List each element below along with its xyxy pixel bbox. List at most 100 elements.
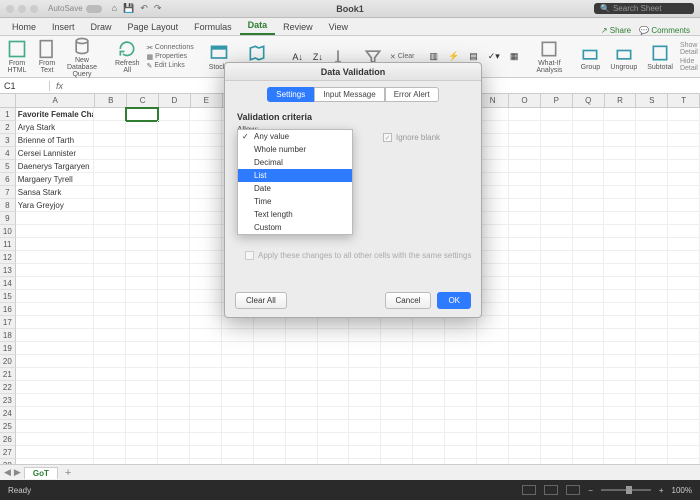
cell[interactable]: [16, 342, 95, 355]
cell[interactable]: [94, 420, 126, 433]
column-header[interactable]: P: [541, 94, 573, 107]
cell[interactable]: [509, 420, 541, 433]
cell[interactable]: [381, 394, 413, 407]
cell[interactable]: [604, 407, 636, 420]
refresh-all-button[interactable]: Refresh All: [112, 39, 143, 74]
column-header[interactable]: Q: [573, 94, 605, 107]
cell[interactable]: [541, 160, 573, 173]
cell[interactable]: [573, 394, 605, 407]
cell[interactable]: [541, 290, 573, 303]
cell[interactable]: [541, 108, 573, 121]
cell[interactable]: [222, 446, 254, 459]
cell[interactable]: [509, 212, 541, 225]
cell[interactable]: [16, 407, 95, 420]
cell[interactable]: [636, 290, 668, 303]
properties-button[interactable]: ▦ Properties: [146, 53, 193, 61]
cell[interactable]: Yara Greyjoy: [16, 199, 95, 212]
normal-view-button[interactable]: [522, 485, 536, 495]
cell[interactable]: [573, 108, 605, 121]
cell[interactable]: [573, 316, 605, 329]
cell[interactable]: [94, 342, 126, 355]
cell[interactable]: [190, 446, 222, 459]
cell[interactable]: [381, 433, 413, 446]
cell[interactable]: [381, 381, 413, 394]
row-header[interactable]: 13: [0, 264, 16, 277]
cell[interactable]: [381, 355, 413, 368]
cell[interactable]: [477, 355, 509, 368]
cell[interactable]: [349, 394, 381, 407]
cell[interactable]: [94, 251, 126, 264]
cell[interactable]: [541, 368, 573, 381]
cell[interactable]: [509, 368, 541, 381]
cell[interactable]: [126, 251, 158, 264]
cell[interactable]: [413, 433, 445, 446]
cell[interactable]: [509, 134, 541, 147]
cell[interactable]: [190, 329, 222, 342]
row-header[interactable]: 22: [0, 381, 16, 394]
cell[interactable]: [190, 407, 222, 420]
clear-button[interactable]: ✕ Clear: [390, 53, 415, 61]
row-header[interactable]: 2: [0, 121, 16, 134]
cell[interactable]: [668, 160, 700, 173]
cell[interactable]: [509, 303, 541, 316]
row-header[interactable]: 1: [0, 108, 16, 121]
allow-option[interactable]: Date: [238, 182, 352, 195]
cell[interactable]: [573, 147, 605, 160]
column-header[interactable]: B: [95, 94, 127, 107]
cell[interactable]: [668, 446, 700, 459]
cell[interactable]: [349, 342, 381, 355]
cell[interactable]: [94, 329, 126, 342]
cell[interactable]: [604, 121, 636, 134]
cell[interactable]: [349, 368, 381, 381]
cell[interactable]: [94, 199, 126, 212]
cell[interactable]: [668, 420, 700, 433]
cell[interactable]: [16, 446, 95, 459]
cell[interactable]: [509, 108, 541, 121]
data-validation-button[interactable]: ✓▾: [485, 51, 503, 62]
cell[interactable]: [636, 147, 668, 160]
cell[interactable]: [636, 225, 668, 238]
cell[interactable]: [254, 368, 286, 381]
cell[interactable]: [126, 160, 158, 173]
cell[interactable]: [573, 264, 605, 277]
row-header[interactable]: 15: [0, 290, 16, 303]
allow-option[interactable]: Text length: [238, 208, 352, 221]
zoom-out-button[interactable]: −: [588, 486, 593, 495]
cell[interactable]: [573, 160, 605, 173]
cell[interactable]: [126, 186, 158, 199]
cell[interactable]: [668, 303, 700, 316]
cell[interactable]: [573, 212, 605, 225]
allow-dropdown[interactable]: Any valueWhole numberDecimalListDateTime…: [237, 129, 353, 235]
cell[interactable]: Cersei Lannister: [16, 147, 95, 160]
row-header[interactable]: 26: [0, 433, 16, 446]
cell[interactable]: [573, 121, 605, 134]
cell[interactable]: [126, 407, 158, 420]
cell[interactable]: [604, 277, 636, 290]
cell[interactable]: [541, 381, 573, 394]
cell[interactable]: [381, 446, 413, 459]
cell[interactable]: [573, 342, 605, 355]
cell[interactable]: [286, 329, 318, 342]
cell[interactable]: [254, 381, 286, 394]
cell[interactable]: [254, 446, 286, 459]
cell[interactable]: [413, 355, 445, 368]
cell[interactable]: [158, 160, 190, 173]
cell[interactable]: [636, 173, 668, 186]
cell[interactable]: [636, 433, 668, 446]
text-to-columns-button[interactable]: ▥: [427, 51, 442, 62]
allow-option[interactable]: List: [238, 169, 352, 182]
cell[interactable]: [190, 381, 222, 394]
cell[interactable]: [190, 420, 222, 433]
cell[interactable]: [126, 212, 158, 225]
cell[interactable]: [668, 394, 700, 407]
column-header[interactable]: O: [509, 94, 541, 107]
allow-option[interactable]: Whole number: [238, 143, 352, 156]
cell[interactable]: [158, 433, 190, 446]
cell[interactable]: [126, 420, 158, 433]
cell[interactable]: [126, 199, 158, 212]
row-header[interactable]: 14: [0, 277, 16, 290]
allow-option[interactable]: Time: [238, 195, 352, 208]
cell[interactable]: [573, 433, 605, 446]
cell[interactable]: [158, 381, 190, 394]
cell[interactable]: [190, 173, 222, 186]
